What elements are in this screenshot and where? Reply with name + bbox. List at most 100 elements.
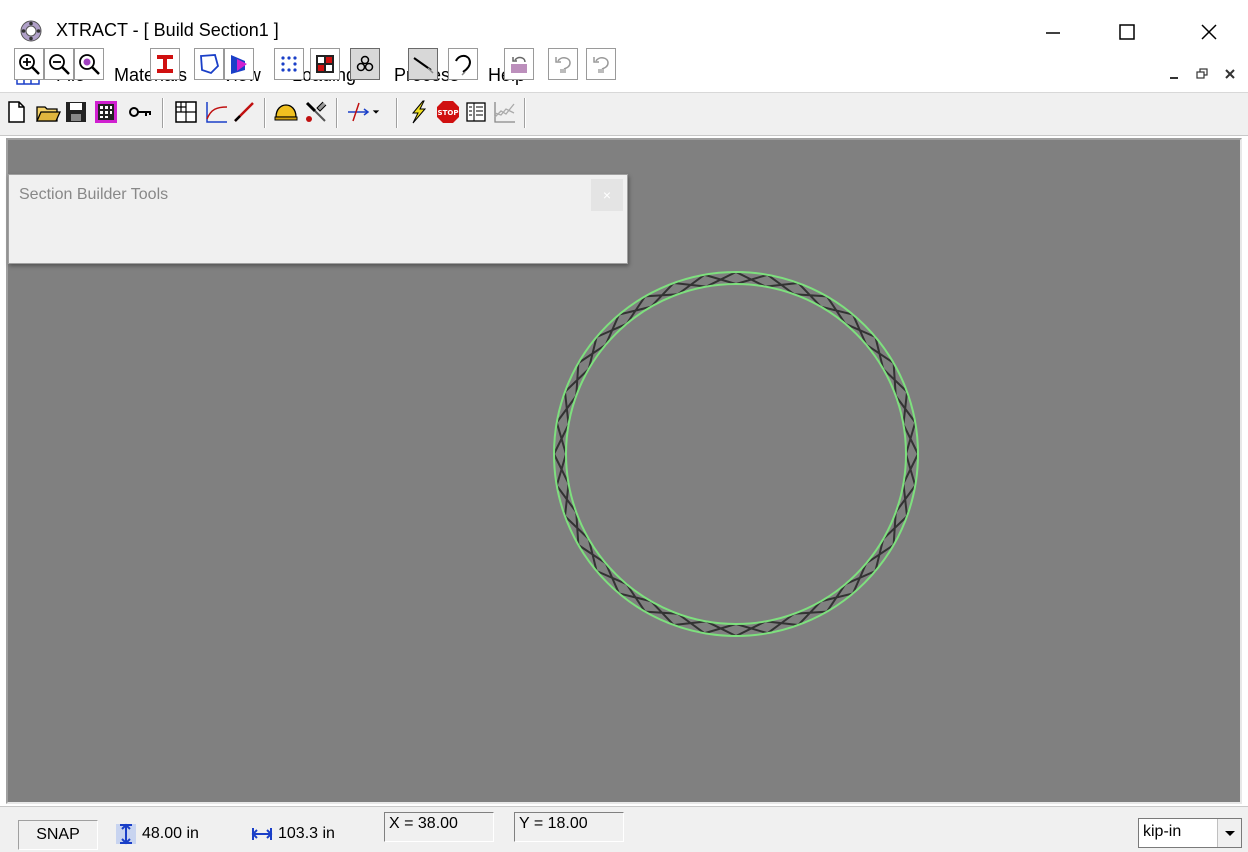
redo-button[interactable] [586, 48, 616, 80]
units-select[interactable]: kip-in [1138, 818, 1242, 848]
points-icon [281, 56, 297, 72]
chevron-down-icon [372, 110, 380, 114]
lightning-button[interactable] [402, 96, 434, 128]
chart-icon [494, 102, 515, 123]
shape-fill-button[interactable] [224, 48, 254, 80]
mesh-icon [95, 101, 117, 123]
palette-title: Section Builder Tools [19, 186, 169, 203]
undo-fill-button[interactable] [504, 48, 534, 80]
fiber-segment [644, 282, 678, 308]
vertical-dimension-icon [116, 823, 136, 845]
fiber-segment [844, 562, 876, 594]
section-width: 103.3 in [278, 825, 335, 842]
polygon-button[interactable] [194, 48, 224, 80]
grid-icon [175, 101, 197, 123]
tools-icon [305, 101, 327, 122]
section-outline[interactable] [565, 283, 907, 625]
zoom-fit-button[interactable] [74, 48, 104, 80]
line-draw-icon [413, 57, 434, 74]
minimize-icon [1046, 32, 1060, 34]
shape-fill-icon [231, 55, 247, 74]
i-beam-button[interactable] [150, 48, 180, 80]
fiber-segment [564, 512, 590, 546]
toolbar-separator [162, 98, 164, 128]
zoom-fit-icon [79, 54, 100, 75]
mesh-square-button[interactable] [310, 48, 340, 80]
redo-icon [593, 57, 609, 73]
fiber-segment [844, 314, 876, 346]
fiber-segment [794, 600, 828, 626]
section-height: 48.00 in [142, 825, 199, 842]
curve-icon [206, 102, 228, 123]
undo-button[interactable] [548, 48, 578, 80]
lightning-icon [411, 100, 427, 124]
grid-button[interactable] [170, 96, 202, 128]
fiber-segment [596, 562, 628, 594]
app-icon [20, 20, 42, 42]
snap-toggle[interactable]: SNAP [18, 820, 98, 850]
report-icon [466, 102, 486, 122]
new-button[interactable] [0, 96, 32, 128]
close-icon [1225, 69, 1235, 79]
polygon-icon [200, 54, 220, 75]
helmet-button[interactable] [270, 96, 302, 128]
palette-close-button[interactable]: × [591, 179, 623, 211]
section-outline[interactable] [553, 271, 919, 637]
section-builder-palette[interactable]: Section Builder Tools × [8, 174, 628, 264]
y-coordinate: Y = 18.00 [514, 812, 624, 842]
units-dropdown-button[interactable] [1217, 819, 1241, 847]
axis-dropdown-button[interactable] [366, 96, 386, 128]
doc-restore-button[interactable] [1190, 62, 1214, 86]
line-button[interactable] [228, 96, 260, 128]
restore-icon [1196, 68, 1208, 79]
maximize-icon [1119, 24, 1135, 40]
units-value: kip-in [1143, 823, 1182, 840]
chevron-down-icon [1224, 831, 1235, 836]
minimize-icon [1170, 77, 1178, 79]
svg-text:STOP: STOP [438, 109, 459, 117]
line-draw-button[interactable] [408, 48, 438, 80]
toolbar-separator [524, 98, 526, 128]
mesh-square-icon [316, 55, 334, 73]
fiber-segment [882, 362, 908, 396]
rebar-icon [356, 55, 374, 72]
arc-draw-button[interactable] [448, 48, 478, 80]
toolbar-separator [396, 98, 398, 128]
zoom-out-button[interactable] [44, 48, 74, 80]
maximize-button[interactable] [1096, 8, 1158, 56]
close-icon [1201, 24, 1217, 40]
key-icon [129, 107, 151, 117]
line-icon [234, 102, 254, 122]
fiber-segment [564, 362, 590, 396]
window-title: XTRACT - [ Build Section1 ] [56, 20, 279, 40]
toolbar-separator [336, 98, 338, 128]
stop-icon: STOP [437, 101, 459, 123]
points-button[interactable] [274, 48, 304, 80]
horizontal-dimension-icon [251, 828, 273, 840]
fiber-segment [596, 314, 628, 346]
zoom-out-icon [49, 54, 70, 75]
toolbar-separator [264, 98, 266, 128]
mesh-button[interactable] [90, 96, 122, 128]
fiber-segment [882, 512, 908, 546]
undo-icon [555, 57, 571, 73]
save-button[interactable] [60, 96, 92, 128]
undo-fill-icon [511, 56, 527, 73]
minimize-button[interactable] [1022, 8, 1084, 56]
doc-close-button[interactable] [1218, 62, 1242, 86]
zoom-in-button[interactable] [14, 48, 44, 80]
open-icon [35, 106, 61, 122]
fiber-segment [794, 282, 828, 308]
doc-minimize-button[interactable] [1162, 62, 1186, 86]
key-button[interactable] [124, 96, 156, 128]
i-beam-icon [157, 55, 173, 73]
fiber-segment [644, 600, 678, 626]
new-icon [8, 101, 25, 123]
arc-draw-icon [455, 54, 472, 76]
tools-button[interactable] [300, 96, 332, 128]
zoom-in-icon [19, 54, 40, 75]
close-button[interactable] [1178, 8, 1240, 56]
chart-button[interactable] [488, 96, 520, 128]
rebar-button[interactable] [350, 48, 380, 80]
helmet-icon [274, 104, 298, 121]
